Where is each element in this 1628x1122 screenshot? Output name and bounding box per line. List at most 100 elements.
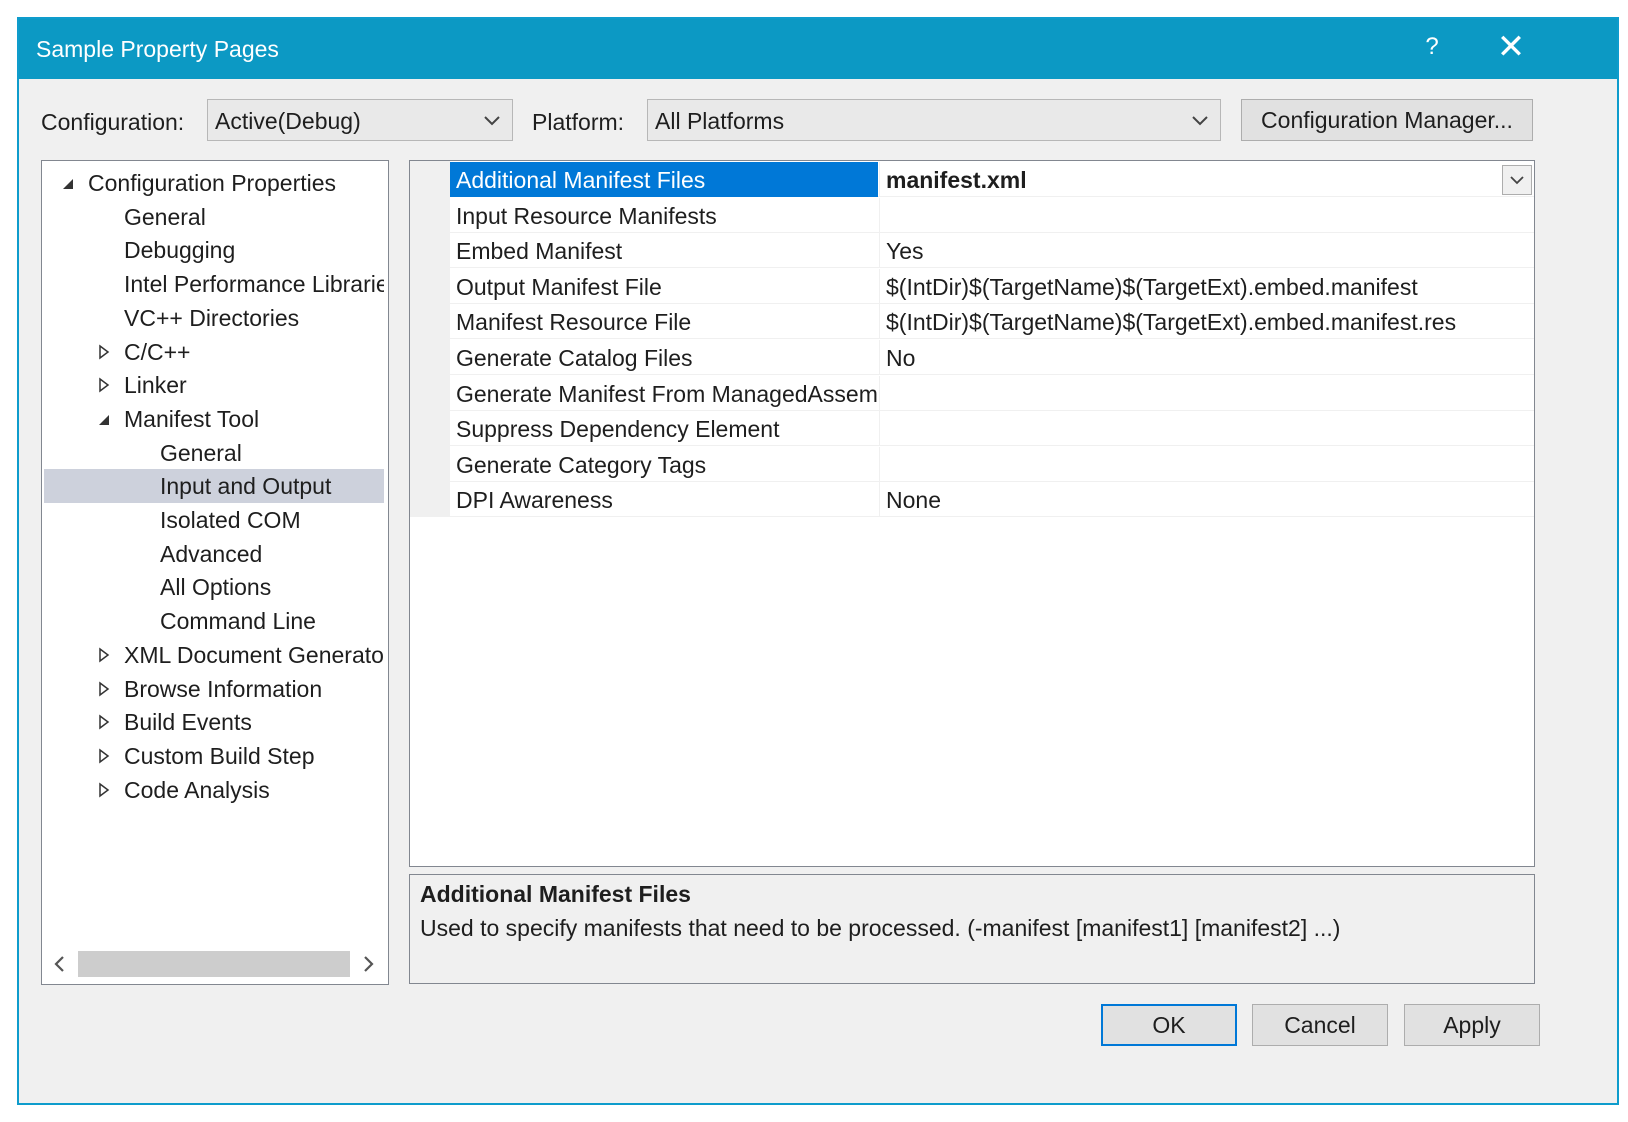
property-row[interactable]: Embed Manifest Yes	[410, 233, 1534, 269]
tree-item-label: General	[124, 203, 206, 230]
tree-item[interactable]: Intel Performance Libraries	[44, 267, 384, 301]
tree-item-label: C/C++	[124, 338, 191, 365]
tree-item[interactable]: VC++ Directories	[44, 301, 384, 335]
tree-item-label: General	[160, 439, 242, 466]
property-name[interactable]: Manifest Resource File	[450, 304, 878, 339]
property-row[interactable]: Manifest Resource File $(IntDir)$(TargetN…	[410, 304, 1534, 340]
property-value[interactable]: No	[879, 340, 1529, 375]
tree-item[interactable]: Custom Build Step	[44, 739, 384, 773]
tree-item-label: Build Events	[124, 709, 252, 736]
property-row[interactable]: DPI Awareness None	[410, 482, 1534, 518]
tree-item[interactable]: C/C++	[44, 335, 384, 369]
tree-item[interactable]: Debugging	[44, 233, 384, 267]
property-name[interactable]: Additional Manifest Files	[450, 162, 878, 197]
tree-item-label: Manifest Tool	[124, 405, 260, 432]
configuration-manager-button[interactable]: Configuration Manager...	[1241, 99, 1533, 141]
description-text: Used to specify manifests that need to b…	[420, 915, 1341, 941]
tree-item[interactable]: General	[44, 200, 384, 234]
tree-item-label: Browse Information	[124, 675, 323, 702]
collapsed-arrow-icon[interactable]	[96, 745, 112, 767]
tree-item[interactable]: Isolated COM	[44, 503, 384, 537]
property-value[interactable]	[879, 446, 1529, 482]
tree-item[interactable]: Command Line	[44, 604, 384, 638]
property-name[interactable]: Generate Catalog Files	[450, 340, 878, 375]
property-value[interactable]	[879, 411, 1529, 447]
collapsed-arrow-icon[interactable]	[96, 779, 112, 801]
tree-item[interactable]: Manifest Tool	[44, 402, 384, 436]
tree-item[interactable]: Linker	[44, 368, 384, 402]
property-value[interactable]: Yes	[879, 233, 1529, 269]
property-name[interactable]: Embed Manifest	[450, 233, 878, 268]
platform-dropdown[interactable]: All Platforms	[647, 99, 1221, 141]
collapsed-arrow-icon[interactable]	[96, 341, 112, 363]
tree-item-label: Code Analysis	[124, 776, 270, 803]
tree-item-label: Advanced	[160, 540, 263, 567]
property-name[interactable]: DPI Awareness	[450, 482, 878, 517]
property-name[interactable]: Generate Category Tags	[450, 447, 878, 482]
tree-item[interactable]: Build Events	[44, 705, 384, 739]
property-row[interactable]: Output Manifest File $(IntDir)$(TargetNam…	[410, 268, 1534, 304]
tree-item[interactable]: Code Analysis	[44, 773, 384, 807]
ok-button[interactable]: OK	[1101, 1004, 1237, 1046]
chevron-down-icon	[484, 116, 500, 126]
scroll-left-icon[interactable]	[50, 951, 70, 977]
collapsed-arrow-icon[interactable]	[96, 711, 112, 733]
property-value[interactable]: $(IntDir)$(TargetName)$(TargetExt).embed…	[879, 268, 1529, 304]
tree-item-label: Debugging	[124, 237, 236, 264]
chevron-down-icon	[1510, 176, 1524, 185]
collapsed-arrow-icon[interactable]	[96, 678, 112, 700]
configuration-label: Configuration:	[41, 109, 185, 135]
scrollbar-thumb[interactable]	[78, 951, 350, 977]
property-name[interactable]: Suppress Dependency Element	[450, 411, 878, 446]
property-value[interactable]: $(IntDir)$(TargetName)$(TargetExt).embed…	[879, 304, 1529, 340]
platform-value: All Platforms	[655, 108, 785, 134]
tree-item-label: XML Document Generator	[124, 641, 384, 668]
description-title: Additional Manifest Files	[420, 881, 691, 907]
chevron-down-icon	[1192, 116, 1208, 126]
help-button[interactable]: ?	[1414, 27, 1450, 67]
property-grid: Additional Manifest Files manifest.xml Inp…	[409, 160, 1535, 867]
tree-item-label: Custom Build Step	[124, 742, 315, 769]
property-row[interactable]: Generate Catalog Files No	[410, 340, 1534, 375]
tree-item[interactable]: General	[44, 436, 384, 470]
tree-item[interactable]: Input and Output	[44, 469, 384, 504]
configuration-dropdown[interactable]: Active(Debug)	[207, 99, 513, 141]
tree-item-label: Command Line	[160, 608, 316, 635]
tree-item[interactable]: XML Document Generator	[44, 638, 384, 672]
property-value[interactable]: None	[879, 482, 1529, 518]
horizontal-scrollbar[interactable]	[44, 949, 386, 979]
configuration-value: Active(Debug)	[215, 108, 361, 134]
collapsed-arrow-icon[interactable]	[96, 644, 112, 666]
description-panel: Additional Manifest Files Used to specif…	[409, 874, 1535, 984]
apply-button[interactable]: Apply	[1404, 1004, 1540, 1046]
expanded-arrow-icon[interactable]	[96, 408, 112, 430]
tree-item-label: All Options	[160, 574, 272, 601]
property-name[interactable]: Output Manifest File	[450, 269, 878, 304]
expanded-arrow-icon[interactable]	[60, 172, 76, 194]
property-tree: Configuration Properties General Debugging…	[41, 160, 389, 985]
cancel-button[interactable]: Cancel	[1252, 1004, 1388, 1046]
property-row[interactable]: Suppress Dependency Element	[410, 411, 1534, 447]
title-bar: Sample Property Pages ? ✕	[19, 19, 1617, 79]
property-row[interactable]: Generate Manifest From ManagedAssembl	[410, 375, 1534, 411]
tree-item[interactable]: Browse Information	[44, 672, 384, 706]
property-name[interactable]: Generate Manifest From ManagedAssembl	[450, 376, 878, 411]
property-value[interactable]	[879, 375, 1529, 411]
property-row[interactable]: Input Resource Manifests	[410, 197, 1534, 233]
tree-item-label: Input and Output	[160, 473, 332, 500]
property-value[interactable]	[879, 197, 1529, 233]
scroll-right-icon[interactable]	[358, 951, 378, 977]
tree-item[interactable]: Configuration Properties	[44, 166, 384, 200]
property-row[interactable]: Generate Category Tags	[410, 446, 1534, 482]
property-value[interactable]: manifest.xml	[879, 162, 1529, 197]
tree-item[interactable]: All Options	[44, 570, 384, 604]
tree-item[interactable]: Advanced	[44, 537, 384, 571]
property-row[interactable]: Additional Manifest Files manifest.xml	[410, 162, 1534, 197]
close-button[interactable]: ✕	[1489, 27, 1533, 67]
property-name[interactable]: Input Resource Manifests	[450, 198, 878, 233]
collapsed-arrow-icon[interactable]	[96, 374, 112, 396]
tree-item-label: Configuration Properties	[88, 170, 337, 196]
tree-item-label: VC++ Directories	[124, 304, 300, 331]
window-title: Sample Property Pages	[36, 36, 279, 62]
property-dropdown-button[interactable]	[1502, 165, 1532, 195]
